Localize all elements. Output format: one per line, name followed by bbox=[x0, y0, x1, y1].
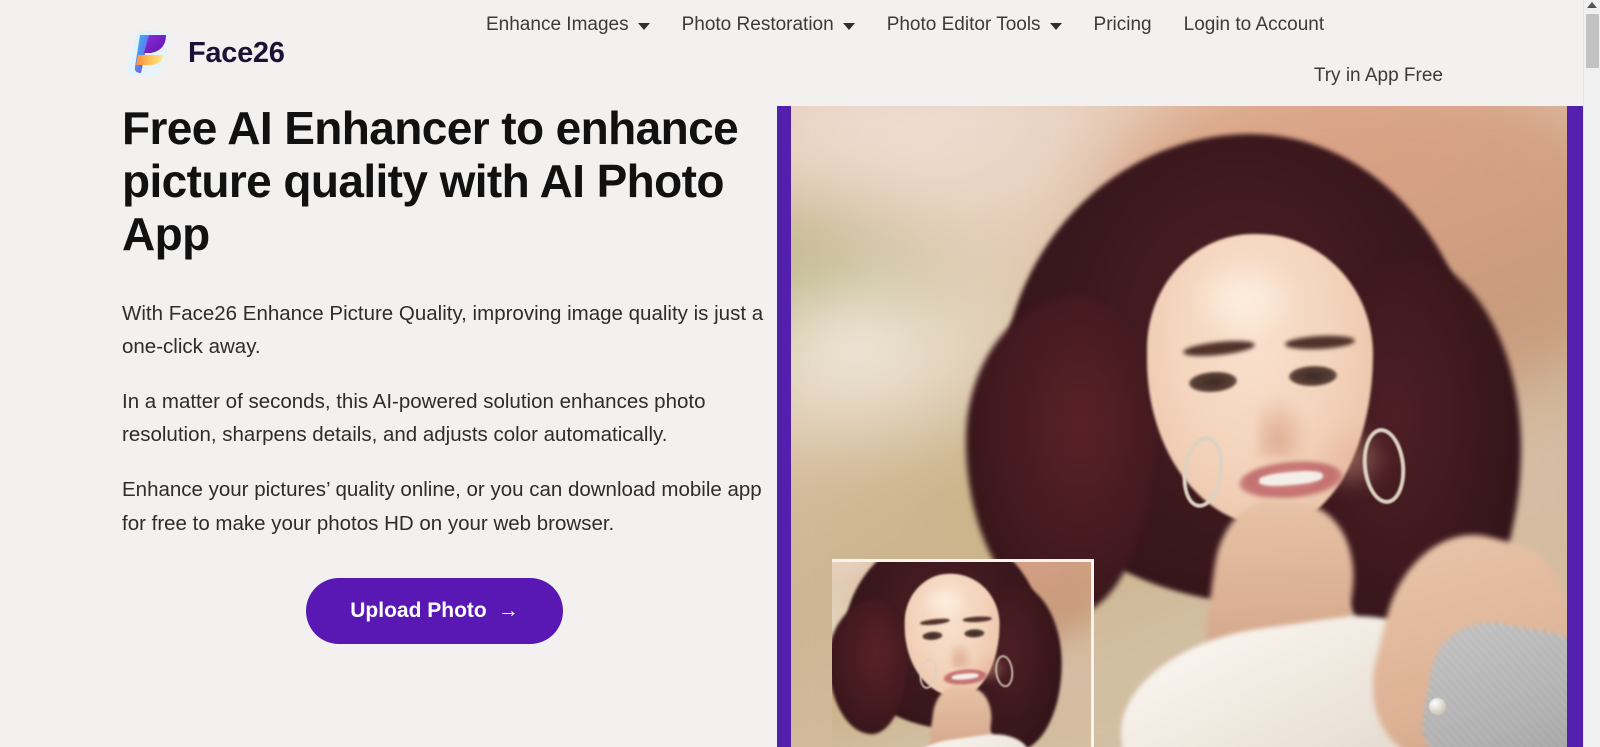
nav-item-photo-editor-tools[interactable]: Photo Editor Tools bbox=[871, 8, 1078, 42]
try-in-app-free-link[interactable]: Try in App Free bbox=[1314, 65, 1443, 87]
chevron-down-icon bbox=[1049, 23, 1062, 30]
nav-label: Enhance Images bbox=[486, 14, 629, 35]
nav-item-photo-restoration[interactable]: Photo Restoration bbox=[666, 8, 871, 42]
hero-portrait-photo bbox=[791, 106, 1567, 747]
hero-paragraph-1: With Face26 Enhance Picture Quality, imp… bbox=[122, 301, 764, 358]
hero-paragraph-3: Enhance your pictures’ quality online, o… bbox=[122, 478, 762, 535]
inset-subject-forehead-highlight bbox=[919, 583, 971, 620]
primary-navigation: Enhance Images Photo Restoration Photo E… bbox=[470, 8, 1340, 42]
hero-text-column: Free AI Enhancer to enhance picture qual… bbox=[122, 102, 763, 644]
nav-item-pricing[interactable]: Pricing bbox=[1078, 8, 1168, 42]
frame-accent-bar-left bbox=[777, 106, 791, 747]
subject-nose bbox=[1257, 396, 1309, 458]
page-root: Face26 Enhance Images Photo Restoration … bbox=[0, 0, 1600, 747]
chevron-down-icon bbox=[842, 23, 855, 30]
nav-label: Photo Editor Tools bbox=[886, 14, 1041, 35]
frame-accent-bar-right bbox=[1567, 106, 1583, 747]
nav-label: Login to Account bbox=[1183, 14, 1325, 35]
inset-subject bbox=[832, 562, 1081, 747]
cta-row: Upload Photo → bbox=[122, 577, 747, 644]
nav-item-login-to-account[interactable]: Login to Account bbox=[1168, 8, 1341, 42]
page-scrollbar[interactable] bbox=[1583, 0, 1600, 747]
subject-forehead-highlight bbox=[1183, 256, 1303, 342]
hero-paragraph-2: In a matter of seconds, this AI-powered … bbox=[122, 390, 706, 447]
nav-label: Photo Restoration bbox=[681, 14, 834, 35]
nav-label: Pricing bbox=[1093, 14, 1152, 35]
scroll-up-arrow-icon[interactable] bbox=[1587, 2, 1597, 8]
before-after-inset-thumbnail bbox=[832, 559, 1094, 747]
page-title: Free AI Enhancer to enhance picture qual… bbox=[122, 102, 739, 260]
chevron-down-icon bbox=[637, 23, 650, 30]
upload-photo-label: Upload Photo bbox=[350, 598, 487, 622]
subject-ring bbox=[1429, 698, 1446, 715]
brand-logo[interactable]: Face26 bbox=[122, 26, 285, 80]
hero-description: With Face26 Enhance Picture Quality, imp… bbox=[122, 297, 763, 540]
nav-item-enhance-images[interactable]: Enhance Images bbox=[470, 8, 666, 42]
site-header: Face26 Enhance Images Photo Restoration … bbox=[0, 0, 1583, 105]
hero-media-panel bbox=[777, 106, 1583, 747]
inset-subject-nose bbox=[950, 641, 973, 668]
scrollbar-thumb[interactable] bbox=[1586, 14, 1599, 68]
inset-photo-copy bbox=[832, 562, 1091, 747]
brand-name: Face26 bbox=[188, 36, 285, 69]
arrow-right-icon: → bbox=[497, 599, 519, 623]
face26-leaf-logo-icon bbox=[122, 26, 176, 80]
upload-photo-button[interactable]: Upload Photo → bbox=[306, 577, 563, 644]
